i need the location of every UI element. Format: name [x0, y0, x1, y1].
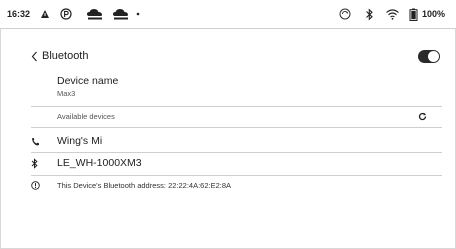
toggle-knob [428, 51, 439, 62]
device-name-row[interactable]: Device name [57, 74, 118, 88]
info-icon [31, 181, 57, 190]
cloud-sync-icon [85, 0, 105, 28]
refresh-button[interactable] [418, 110, 427, 122]
more-dot-icon [136, 0, 140, 28]
divider [31, 175, 442, 176]
bluetooth-address-info: This Device's Bluetooth address: 22:22:4… [31, 179, 231, 192]
alert-icon [40, 0, 50, 28]
status-bar: 16:32 100% [0, 0, 456, 29]
available-devices-header: Available devices [57, 110, 115, 122]
divider [31, 106, 442, 107]
page-title: Bluetooth [42, 50, 89, 62]
divider [31, 152, 442, 153]
bluetooth-address-text: This Device's Bluetooth address: 22:22:4… [57, 181, 232, 190]
screen-frame [0, 0, 456, 249]
battery-icon [409, 0, 418, 28]
list-item[interactable]: LE_WH-1000XM3 [31, 155, 442, 171]
available-devices-title: Available devices [57, 111, 115, 121]
status-time: 16:32 [7, 9, 31, 19]
list-item[interactable]: Wing's Mi [31, 133, 442, 149]
divider [31, 127, 442, 128]
p-app-icon [60, 0, 72, 28]
cloud-sync-icon-2 [111, 0, 131, 28]
sync-icon [339, 0, 351, 28]
device-name-value-row: Max3 [57, 87, 75, 99]
chevron-left-icon [31, 51, 38, 62]
device-name: LE_WH-1000XM3 [57, 157, 142, 169]
battery-percent: 100% [422, 9, 446, 19]
bluetooth-icon [31, 157, 57, 169]
phone-icon [31, 137, 57, 146]
refresh-icon [418, 112, 427, 121]
bluetooth-status-icon [365, 0, 374, 28]
device-name-value: Max3 [57, 88, 76, 98]
device-name: Wing's Mi [57, 135, 103, 147]
back-button[interactable]: Bluetooth [31, 48, 88, 64]
wifi-icon [385, 0, 400, 28]
bluetooth-toggle[interactable] [418, 50, 440, 63]
device-name-label: Device name [57, 75, 119, 87]
